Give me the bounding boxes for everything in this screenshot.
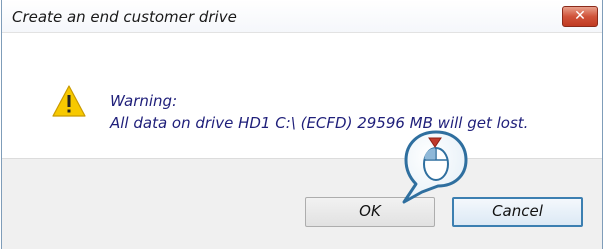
- message-area: Warning: All data on drive HD1 C:\ (ECFD…: [2, 33, 602, 158]
- close-button[interactable]: ✕: [562, 6, 598, 27]
- window-title: Create an end customer drive: [12, 8, 237, 26]
- warning-triangle-icon: [52, 85, 86, 117]
- title-bar[interactable]: Create an end customer drive ✕: [2, 0, 602, 33]
- button-bar: OK Cancel: [2, 158, 602, 249]
- close-icon: ✕: [574, 8, 586, 24]
- warning-heading: Warning:: [110, 92, 178, 110]
- dialog-window: Create an end customer drive ✕ Warning: …: [1, 0, 603, 249]
- mouse-click-callout-icon: [402, 130, 468, 204]
